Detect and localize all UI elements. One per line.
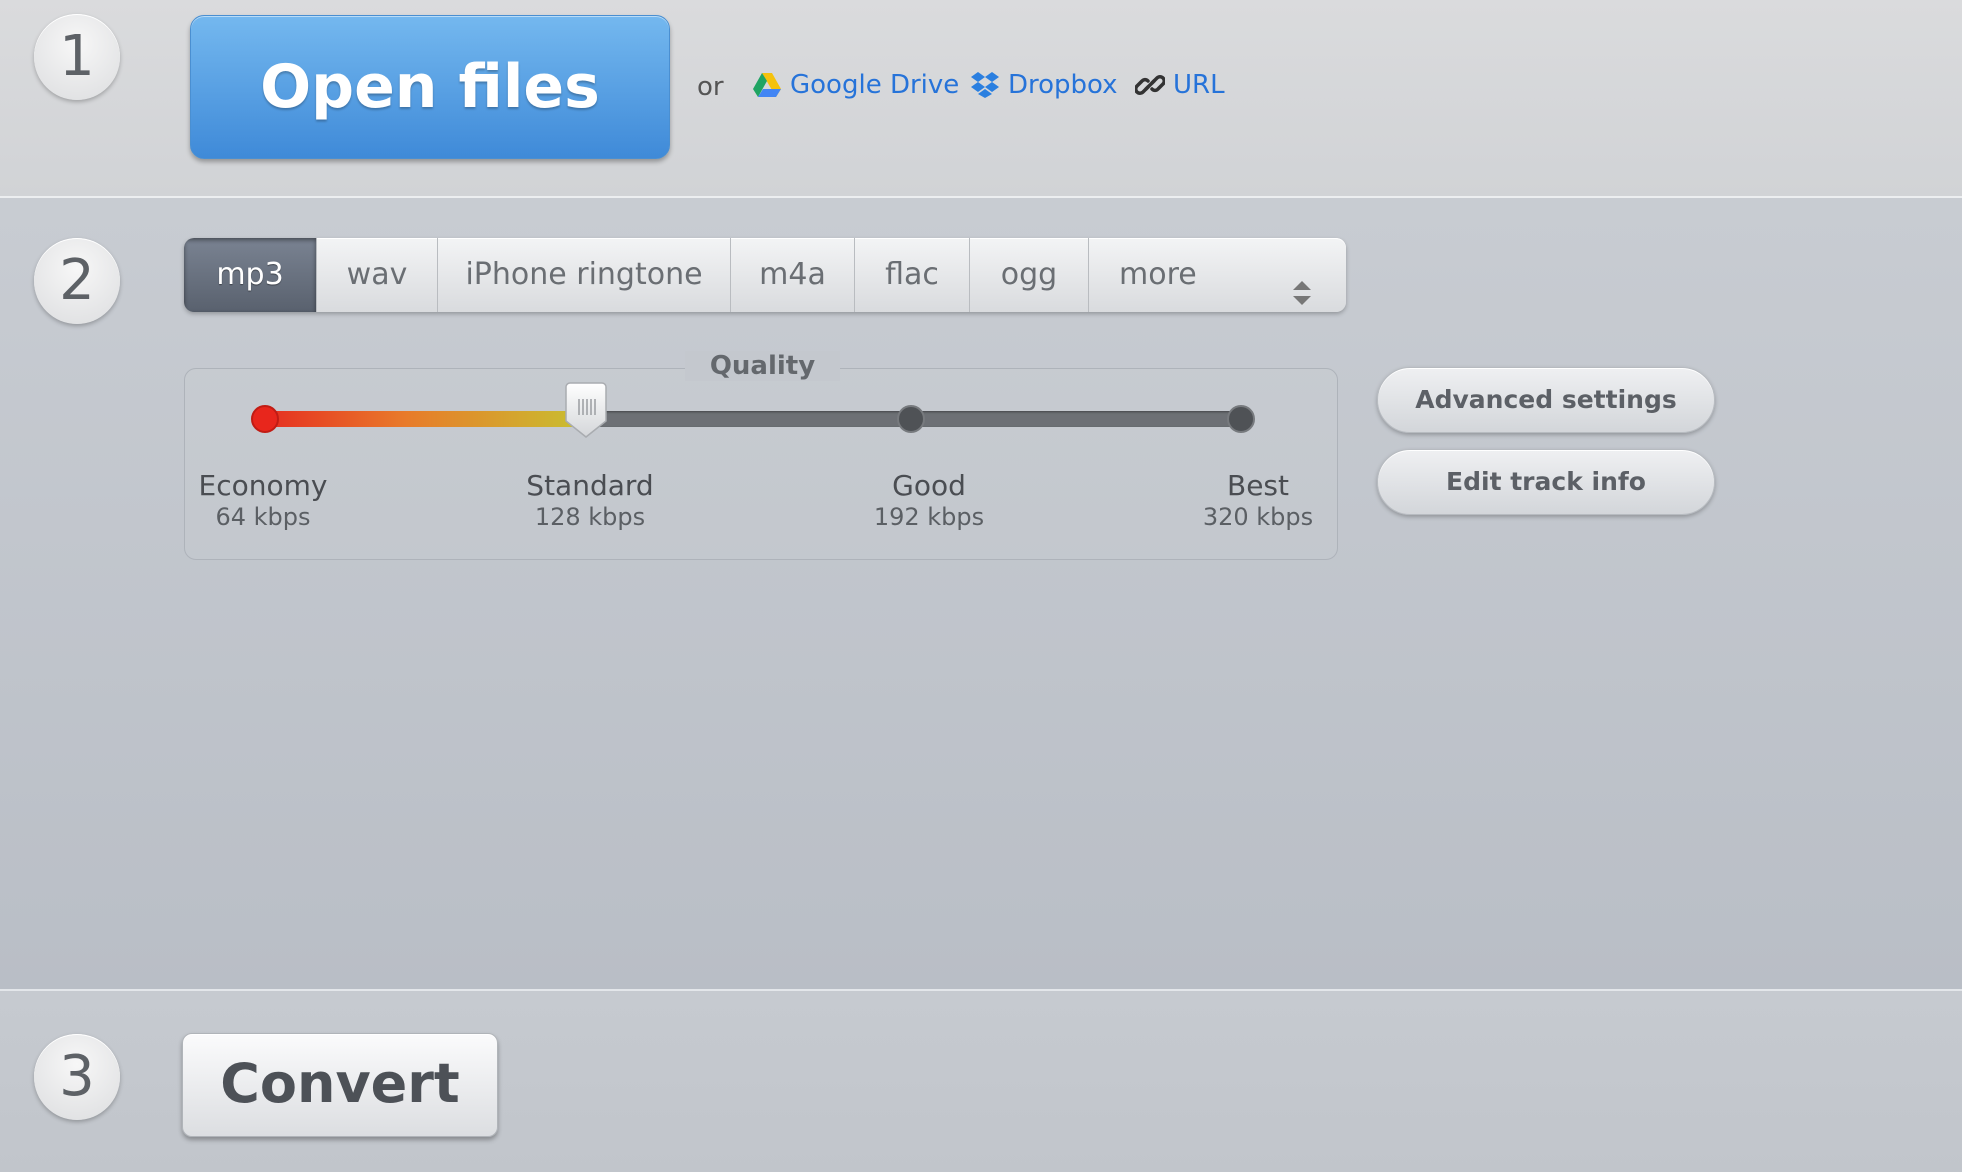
quality-stop-best[interactable] (1227, 405, 1255, 433)
step-number-2: 2 (34, 238, 120, 324)
link-icon (1135, 70, 1165, 100)
url-link[interactable]: URL (1135, 70, 1225, 100)
quality-slider-thumb[interactable] (564, 381, 608, 439)
quality-label-good: Good (892, 469, 966, 502)
quality-bitrate-economy: 64 kbps (215, 503, 311, 531)
google-drive-link[interactable]: Google Drive (752, 70, 959, 100)
url-label: URL (1173, 70, 1225, 100)
up-down-arrows-icon (1292, 262, 1312, 312)
quality-label-best: Best (1226, 469, 1289, 502)
quality-label-standard: Standard (526, 469, 654, 502)
format-tab-iphone-ringtone[interactable]: iPhone ringtone (438, 238, 731, 312)
google-drive-icon (752, 72, 782, 98)
quality-slider-fill (257, 411, 585, 427)
quality-label-economy: Economy (198, 469, 328, 502)
quality-bitrate-standard: 128 kbps (534, 503, 646, 531)
quality-panel: Quality Economy 64 kbps Standard 128 kbp… (184, 351, 1338, 560)
google-drive-label: Google Drive (790, 70, 960, 100)
format-more-dropdown[interactable]: more (1089, 238, 1346, 312)
quality-stop-economy[interactable] (251, 405, 279, 433)
format-tab-wav[interactable]: wav (317, 238, 438, 312)
edit-track-info-button[interactable]: Edit track info (1377, 449, 1715, 515)
format-more-label: more (1119, 257, 1197, 292)
step-number-1: 1 (34, 14, 120, 100)
quality-slider-track[interactable] (251, 382, 1255, 438)
format-tab-m4a[interactable]: m4a (731, 238, 855, 312)
format-selector: mp3 wav iPhone ringtone m4a flac ogg mor… (184, 238, 1346, 312)
format-tab-ogg[interactable]: ogg (970, 238, 1089, 312)
step2-section: 2 (0, 198, 1962, 991)
quality-bitrate-best: 320 kbps (1202, 503, 1314, 531)
quality-bitrate-good: 192 kbps (873, 503, 985, 531)
or-text: or (697, 72, 724, 102)
open-files-button[interactable]: Open files (190, 15, 670, 159)
convert-button[interactable]: Convert (182, 1033, 498, 1137)
format-tab-flac[interactable]: flac (855, 238, 970, 312)
dropbox-link[interactable]: Dropbox (970, 70, 1118, 100)
step1-section: 1 Open files or Google Drive Dropbox URL (0, 0, 1962, 198)
format-tab-mp3[interactable]: mp3 (184, 238, 317, 312)
step-number-3: 3 (34, 1034, 120, 1120)
quality-title: Quality (685, 351, 840, 381)
dropbox-icon (970, 71, 1000, 99)
quality-stop-good[interactable] (897, 405, 925, 433)
dropbox-label: Dropbox (1008, 70, 1118, 100)
advanced-settings-button[interactable]: Advanced settings (1377, 367, 1715, 433)
